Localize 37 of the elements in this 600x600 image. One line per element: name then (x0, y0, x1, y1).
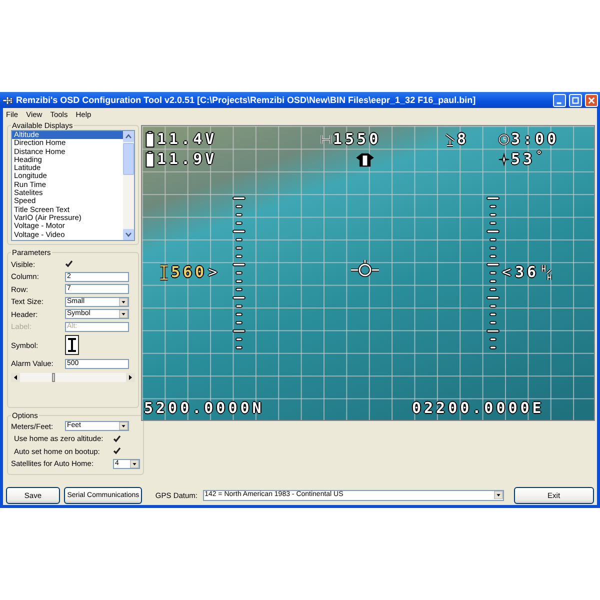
latitude-reading: 5200.0000N (144, 399, 264, 417)
checkbox[interactable] (113, 434, 121, 442)
battery-icon (144, 130, 156, 148)
altitude-pointer: > (208, 263, 220, 281)
dropdown-arrow-icon[interactable] (119, 310, 128, 318)
satellite-icon (444, 130, 456, 148)
longitude-reading: 02200.0000E (412, 399, 544, 417)
dropdown-arrow-icon[interactable] (119, 422, 128, 430)
dropdown-arrow-icon[interactable] (119, 298, 128, 306)
battery-icon (144, 150, 156, 168)
vertical-scrollbar[interactable] (123, 131, 134, 240)
left-arrow-icon[interactable] (11, 372, 20, 382)
distance-reading: 1550 (333, 130, 382, 148)
speed-pointer: < (502, 263, 514, 281)
right-arrow-icon[interactable] (126, 372, 135, 382)
speed-unit-icon (540, 264, 552, 280)
slider-thumb[interactable] (52, 372, 56, 382)
checkbox[interactable] (113, 447, 121, 455)
degree-sign: ° (536, 150, 546, 161)
altitude-symbol-icon[interactable] (65, 335, 79, 355)
plane-icon (498, 150, 510, 168)
battery-voltage: 11.9V (157, 150, 218, 168)
speed-reading: 36 (515, 263, 540, 281)
airplane-icon (2, 94, 13, 106)
alarm-slider[interactable] (11, 372, 135, 382)
home-arrow-icon (355, 152, 375, 168)
visible-checkbox[interactable] (65, 260, 73, 268)
heading-reading: 53 (511, 150, 536, 168)
altitude-icon (158, 264, 170, 280)
satellite-count: 8 (457, 130, 470, 148)
battery-voltage: 11.4V (157, 130, 218, 148)
flight-time: 3:00 (511, 130, 560, 148)
scroll-thumb[interactable] (123, 143, 134, 175)
crosshair-icon (350, 258, 380, 278)
dropdown-arrow-icon[interactable] (130, 460, 139, 468)
window-title: Remzibi's OSD Configuration Tool v2.0.51 [C:\Projects\Remzibi OSD\New\BIN Files\eepr_1_32 F16_paul.bin] (16, 95, 477, 105)
dropdown-arrow-icon[interactable] (494, 491, 503, 499)
